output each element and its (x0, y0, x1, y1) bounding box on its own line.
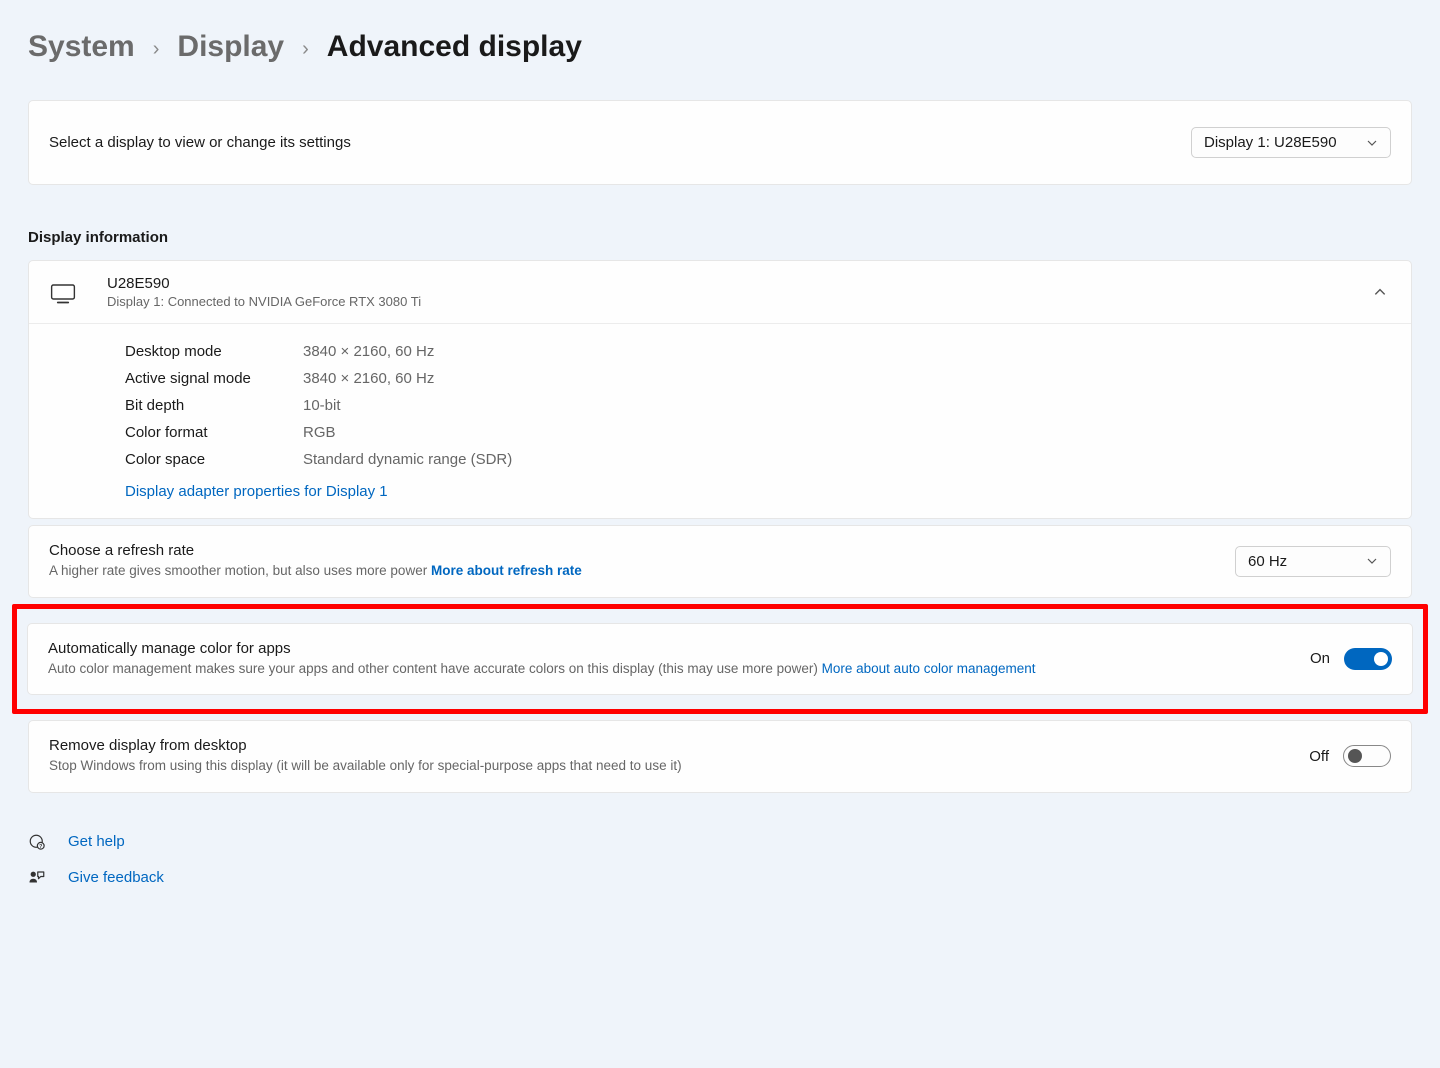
refresh-rate-dropdown[interactable]: 60 Hz (1235, 546, 1391, 577)
display-info-section-title: Display information (28, 229, 1412, 246)
chevron-right-icon: › (153, 38, 160, 61)
refresh-rate-title: Choose a refresh rate (49, 542, 1211, 559)
highlight-annotation: Automatically manage color for apps Auto… (12, 604, 1428, 715)
auto-color-toggle[interactable] (1344, 648, 1392, 670)
remove-display-title: Remove display from desktop (49, 737, 1285, 754)
refresh-rate-value: 60 Hz (1248, 553, 1287, 570)
display-connection-info: Display 1: Connected to NVIDIA GeForce R… (107, 294, 1369, 309)
more-about-auto-color-link[interactable]: More about auto color management (822, 661, 1036, 676)
info-row-color-format: Color format RGB (125, 419, 1391, 446)
help-icon: ? (28, 833, 48, 851)
info-row-color-space: Color space Standard dynamic range (SDR) (125, 446, 1391, 473)
monitor-icon (47, 276, 79, 308)
display-info-body: Desktop mode 3840 × 2160, 60 Hz Active s… (29, 324, 1411, 518)
remove-display-sub: Stop Windows from using this display (it… (49, 756, 1285, 776)
footer-links: ? Get help Give feedback (28, 833, 1412, 887)
chevron-up-icon[interactable] (1369, 285, 1391, 299)
remove-display-toggle[interactable] (1343, 745, 1391, 767)
refresh-rate-sub: A higher rate gives smoother motion, but… (49, 561, 1211, 581)
auto-color-toggle-state: On (1310, 650, 1330, 667)
info-row-active-signal: Active signal mode 3840 × 2160, 60 Hz (125, 365, 1391, 392)
breadcrumb-current: Advanced display (327, 30, 582, 64)
auto-color-title: Automatically manage color for apps (48, 640, 1286, 657)
chevron-down-icon (1366, 137, 1378, 149)
remove-display-card: Remove display from desktop Stop Windows… (28, 720, 1412, 793)
feedback-icon (28, 869, 48, 887)
display-name: U28E590 (107, 275, 1369, 292)
svg-text:?: ? (39, 844, 42, 850)
chevron-down-icon (1366, 555, 1378, 567)
breadcrumb-display[interactable]: Display (177, 30, 284, 64)
refresh-rate-card: Choose a refresh rate A higher rate give… (28, 525, 1412, 598)
remove-display-toggle-state: Off (1309, 748, 1329, 765)
info-row-desktop-mode: Desktop mode 3840 × 2160, 60 Hz (125, 338, 1391, 365)
get-help-link[interactable]: Get help (68, 833, 125, 850)
display-selector-dropdown[interactable]: Display 1: U28E590 (1191, 127, 1391, 158)
select-display-card: Select a display to view or change its s… (28, 100, 1412, 185)
display-adapter-properties-link[interactable]: Display adapter properties for Display 1 (125, 483, 388, 500)
info-row-bit-depth: Bit depth 10-bit (125, 392, 1391, 419)
chevron-right-icon: › (302, 38, 309, 61)
auto-color-sub: Auto color management makes sure your ap… (48, 659, 1286, 679)
display-info-card: U28E590 Display 1: Connected to NVIDIA G… (28, 260, 1412, 519)
give-feedback-link[interactable]: Give feedback (68, 869, 164, 886)
display-selector-value: Display 1: U28E590 (1204, 134, 1337, 151)
breadcrumb: System › Display › Advanced display (28, 30, 1412, 64)
display-info-header[interactable]: U28E590 Display 1: Connected to NVIDIA G… (29, 261, 1411, 324)
breadcrumb-system[interactable]: System (28, 30, 135, 64)
more-about-refresh-rate-link[interactable]: More about refresh rate (431, 563, 582, 578)
auto-color-card: Automatically manage color for apps Auto… (27, 623, 1413, 696)
select-display-prompt: Select a display to view or change its s… (49, 134, 351, 151)
